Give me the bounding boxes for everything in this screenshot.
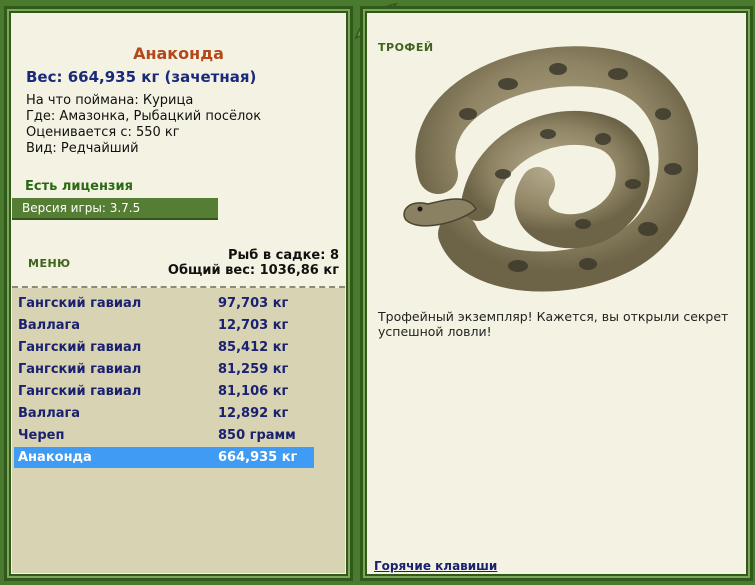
catch-name: Гангский гавиал [18, 362, 142, 377]
catch-row[interactable]: Валлага 12,703 кг [14, 315, 314, 336]
catch-name: Валлага [18, 318, 81, 333]
fish-bait: На что поймана: Курица [26, 93, 194, 108]
keepnet-stats: Рыб в садке: 8 Общий вес: 1036,86 кг [168, 248, 339, 278]
fish-value: Оценивается с: 550 кг [26, 125, 180, 140]
catch-row[interactable]: Череп 850 грамм [14, 425, 314, 446]
trophy-panel: ТРОФЕЙ Трофейный экземпляр! Кажется, вы … [360, 6, 753, 581]
version-bar: Версия игры: 3.7.5 [12, 198, 218, 220]
catch-row[interactable]: Гангский гавиал 81,106 кг [14, 381, 314, 402]
trophy-message: Трофейный экземпляр! Кажется, вы открыли… [378, 309, 729, 339]
catch-name: Череп [18, 428, 65, 443]
fish-weight: Вес: 664,935 кг (зачетная) [26, 68, 257, 86]
catch-name: Гангский гавиал [18, 296, 142, 311]
catch-weight: 81,259 кг [218, 362, 289, 377]
catch-name: Анаконда [18, 450, 92, 465]
fish-info-panel: Анаконда Вес: 664,935 кг (зачетная) На ч… [4, 6, 353, 581]
fish-info-content: Анаконда Вес: 664,935 кг (зачетная) На ч… [12, 14, 345, 573]
catch-weight: 12,892 кг [218, 406, 289, 421]
catch-weight: 85,412 кг [218, 340, 289, 355]
catch-row[interactable]: Валлага 12,892 кг [14, 403, 314, 424]
menu-button[interactable]: МЕНЮ [28, 257, 71, 270]
catch-name: Гангский гавиал [18, 384, 142, 399]
catch-weight: 12,703 кг [218, 318, 289, 333]
total-weight: Общий вес: 1036,86 кг [167, 263, 339, 278]
catch-weight: 81,106 кг [218, 384, 289, 399]
catch-name: Гангский гавиал [18, 340, 142, 355]
fish-location: Где: Амазонка, Рыбацкий посёлок [26, 109, 262, 124]
catch-list: Гангский гавиал 97,703 кг Валлага 12,703… [12, 288, 345, 573]
fish-name: Анаконда [133, 44, 224, 63]
catch-row[interactable]: Гангский гавиал 81,259 кг [14, 359, 314, 380]
catch-weight: 664,935 кг [218, 450, 298, 465]
catch-weight: 97,703 кг [218, 296, 289, 311]
catch-weight: 850 грамм [218, 428, 296, 443]
trophy-content: ТРОФЕЙ Трофейный экземпляр! Кажется, вы … [368, 14, 745, 573]
catch-name: Валлага [18, 406, 81, 421]
license-status: Есть лицензия [25, 179, 133, 194]
catch-row[interactable]: Гангский гавиал 97,703 кг [14, 293, 314, 314]
fish-kind: Вид: Редчайший [26, 141, 139, 156]
catch-row[interactable]: Гангский гавиал 85,412 кг [14, 337, 314, 358]
anaconda-image [403, 46, 698, 292]
fish-count: Рыб в садке: 8 [227, 248, 339, 263]
catch-row-selected[interactable]: Анаконда 664,935 кг [14, 447, 314, 468]
hotkeys-link[interactable]: Горячие клавиши [374, 559, 497, 573]
